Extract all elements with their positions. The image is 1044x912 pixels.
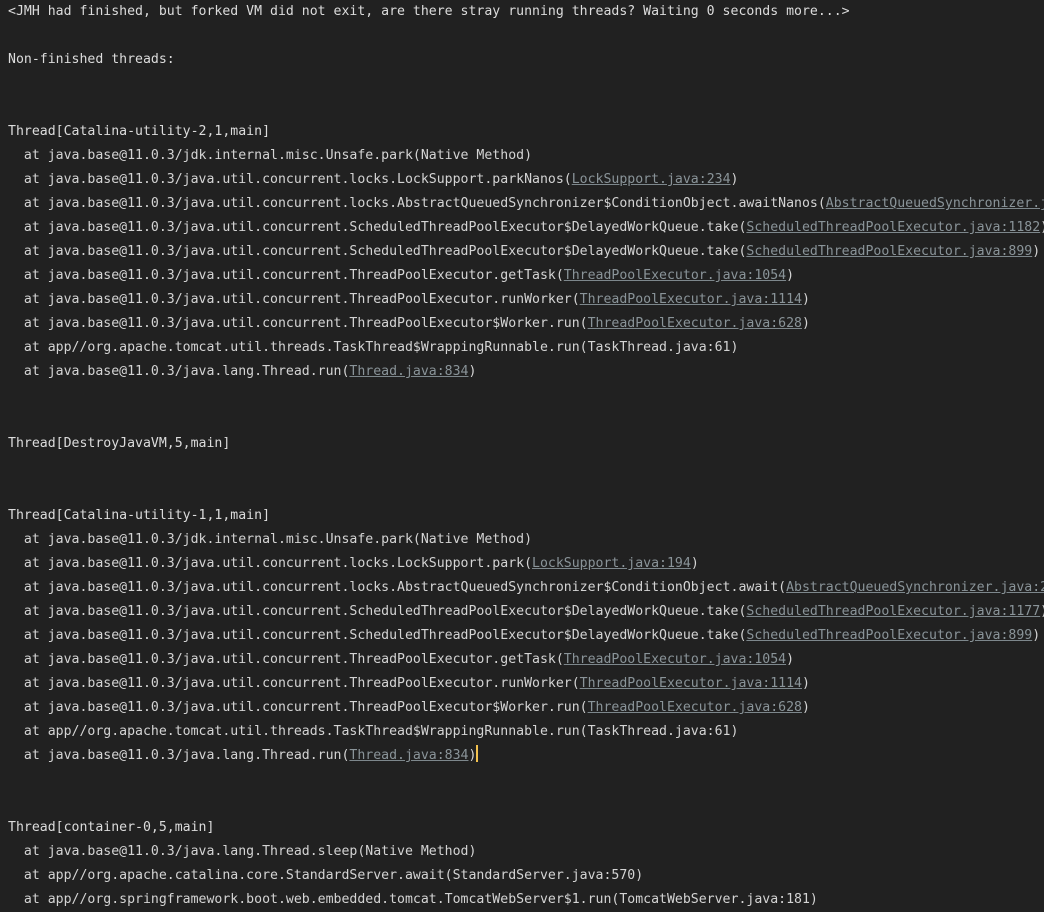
- source-location-link[interactable]: Thread.java:834: [349, 748, 468, 763]
- stack-frame-text-tail: ): [801, 316, 810, 331]
- source-location-link[interactable]: LockSupport.java:234: [572, 172, 731, 187]
- source-location-link[interactable]: AbstractQueuedSynchronizer.java:2123: [826, 196, 1044, 211]
- jmh-status-line: <JMH had finished, but forked VM did not…: [8, 4, 850, 19]
- stack-frame-text: at java.base@11.0.3/java.util.concurrent…: [8, 268, 564, 283]
- stack-frame-line: at java.base@11.0.3/java.util.concurrent…: [0, 264, 1044, 288]
- stack-frame-text-tail: ): [468, 748, 477, 763]
- stack-frame-line: at java.base@11.0.3/java.util.concurrent…: [0, 672, 1044, 696]
- stack-frame-text-tail: ): [801, 676, 810, 691]
- source-location-link[interactable]: ThreadPoolExecutor.java:628: [588, 700, 802, 715]
- stack-frame-text-tail: ): [1040, 604, 1044, 619]
- source-location-link[interactable]: ThreadPoolExecutor.java:1114: [580, 292, 802, 307]
- stack-frame-line: at java.base@11.0.3/java.util.concurrent…: [0, 600, 1044, 624]
- stack-frame-text-tail: ): [730, 172, 739, 187]
- stack-frame-line: at java.base@11.0.3/java.util.concurrent…: [0, 168, 1044, 192]
- stack-frame-text: at app//org.apache.tomcat.util.threads.T…: [8, 340, 739, 355]
- stack-frame-line: at app//org.springframework.boot.web.emb…: [0, 888, 1044, 912]
- stack-frame-text-tail: ): [801, 700, 810, 715]
- stack-frame-text: at java.base@11.0.3/jdk.internal.misc.Un…: [8, 532, 533, 547]
- stack-frame-text: at java.base@11.0.3/java.util.concurrent…: [8, 604, 747, 619]
- stack-frame-text-tail: ): [1032, 628, 1041, 643]
- stack-frame-line: at java.base@11.0.3/java.util.concurrent…: [0, 312, 1044, 336]
- text-caret: [476, 745, 479, 762]
- stack-frame-text: at app//org.apache.tomcat.util.threads.T…: [8, 724, 739, 739]
- source-location-link[interactable]: AbstractQueuedSynchronizer.java:2081: [786, 580, 1044, 595]
- stack-frame-text: at java.base@11.0.3/jdk.internal.misc.Un…: [8, 148, 533, 163]
- stack-frame-text: at java.base@11.0.3/java.util.concurrent…: [8, 676, 580, 691]
- stack-frame-text: at java.base@11.0.3/java.util.concurrent…: [8, 700, 588, 715]
- stack-frame-text: at app//org.apache.catalina.core.Standar…: [8, 868, 644, 883]
- stack-frame-line: at java.base@11.0.3/java.util.concurrent…: [0, 648, 1044, 672]
- stack-frame-text: at app//org.springframework.boot.web.emb…: [8, 892, 818, 907]
- stack-frame-text-tail: ): [468, 364, 477, 379]
- stack-frame-line: at java.base@11.0.3/java.lang.Thread.sle…: [0, 840, 1044, 864]
- stack-frame-text-tail: ): [801, 292, 810, 307]
- stack-frame-text: at java.base@11.0.3/java.util.concurrent…: [8, 244, 747, 259]
- stack-frame-line: at java.base@11.0.3/java.util.concurrent…: [0, 216, 1044, 240]
- thread-header: Thread[container-0,5,main]: [8, 820, 215, 835]
- source-location-link[interactable]: ScheduledThreadPoolExecutor.java:899: [746, 244, 1032, 259]
- stack-frame-text: at java.base@11.0.3/java.util.concurrent…: [8, 556, 533, 571]
- stack-frame-text-tail: ): [1040, 220, 1044, 235]
- source-location-link[interactable]: ScheduledThreadPoolExecutor.java:1182: [746, 220, 1040, 235]
- stack-frame-text: at java.base@11.0.3/java.util.concurrent…: [8, 220, 747, 235]
- stack-frame-line: at java.base@11.0.3/java.util.concurrent…: [0, 576, 1044, 600]
- stack-frame-text-tail: ): [786, 268, 795, 283]
- stack-frame-line: at java.base@11.0.3/java.util.concurrent…: [0, 696, 1044, 720]
- stack-frame-line: at app//org.apache.tomcat.util.threads.T…: [0, 336, 1044, 360]
- stack-frame-text-tail: ): [690, 556, 699, 571]
- source-location-link[interactable]: ThreadPoolExecutor.java:1114: [580, 676, 802, 691]
- stack-frame-text: at java.base@11.0.3/java.lang.Thread.run…: [8, 748, 350, 763]
- source-location-link[interactable]: ThreadPoolExecutor.java:1054: [564, 652, 786, 667]
- source-location-link[interactable]: ScheduledThreadPoolExecutor.java:899: [746, 628, 1032, 643]
- stack-frame-text: at java.base@11.0.3/java.util.concurrent…: [8, 580, 787, 595]
- stack-frame-line: at java.base@11.0.3/java.util.concurrent…: [0, 552, 1044, 576]
- stack-frame-line: at app//org.apache.tomcat.util.threads.T…: [0, 720, 1044, 744]
- stack-frame-text: at java.base@11.0.3/java.util.concurrent…: [8, 652, 564, 667]
- stack-frame-line: at java.base@11.0.3/java.lang.Thread.run…: [0, 744, 1044, 768]
- stack-frame-text: at java.base@11.0.3/java.util.concurrent…: [8, 196, 826, 211]
- stack-frame-line: at java.base@11.0.3/jdk.internal.misc.Un…: [0, 528, 1044, 552]
- thread-header: Thread[Catalina-utility-1,1,main]: [8, 508, 271, 523]
- thread-header: Thread[Catalina-utility-2,1,main]: [8, 124, 271, 139]
- stack-frame-text: at java.base@11.0.3/java.util.concurrent…: [8, 316, 588, 331]
- stack-frame-line: at java.base@11.0.3/java.util.concurrent…: [0, 192, 1044, 216]
- stack-frame-line: at app//org.apache.catalina.core.Standar…: [0, 864, 1044, 888]
- stack-frame-line: at java.base@11.0.3/jdk.internal.misc.Un…: [0, 144, 1044, 168]
- source-location-link[interactable]: LockSupport.java:194: [532, 556, 691, 571]
- stack-frame-line: at java.base@11.0.3/java.lang.Thread.run…: [0, 360, 1044, 384]
- console-output-pane[interactable]: <JMH had finished, but forked VM did not…: [0, 0, 1044, 907]
- source-location-link[interactable]: ScheduledThreadPoolExecutor.java:1177: [746, 604, 1040, 619]
- stack-frame-text: at java.base@11.0.3/java.lang.Thread.run…: [8, 364, 350, 379]
- stack-frame-text: at java.base@11.0.3/java.util.concurrent…: [8, 628, 747, 643]
- source-location-link[interactable]: Thread.java:834: [349, 364, 468, 379]
- stack-frame-text: at java.base@11.0.3/java.util.concurrent…: [8, 172, 572, 187]
- non-finished-threads-label: Non-finished threads:: [8, 52, 175, 67]
- source-location-link[interactable]: ThreadPoolExecutor.java:1054: [564, 268, 786, 283]
- thread-header: Thread[DestroyJavaVM,5,main]: [8, 436, 231, 451]
- stack-frame-text: at java.base@11.0.3/java.lang.Thread.sle…: [8, 844, 477, 859]
- stack-frame-line: at java.base@11.0.3/java.util.concurrent…: [0, 288, 1044, 312]
- stack-frame-line: at java.base@11.0.3/java.util.concurrent…: [0, 624, 1044, 648]
- stack-frame-text-tail: ): [786, 652, 795, 667]
- source-location-link[interactable]: ThreadPoolExecutor.java:628: [588, 316, 802, 331]
- stack-frame-text-tail: ): [1032, 244, 1041, 259]
- stack-frame-text: at java.base@11.0.3/java.util.concurrent…: [8, 292, 580, 307]
- stack-frame-line: at java.base@11.0.3/java.util.concurrent…: [0, 240, 1044, 264]
